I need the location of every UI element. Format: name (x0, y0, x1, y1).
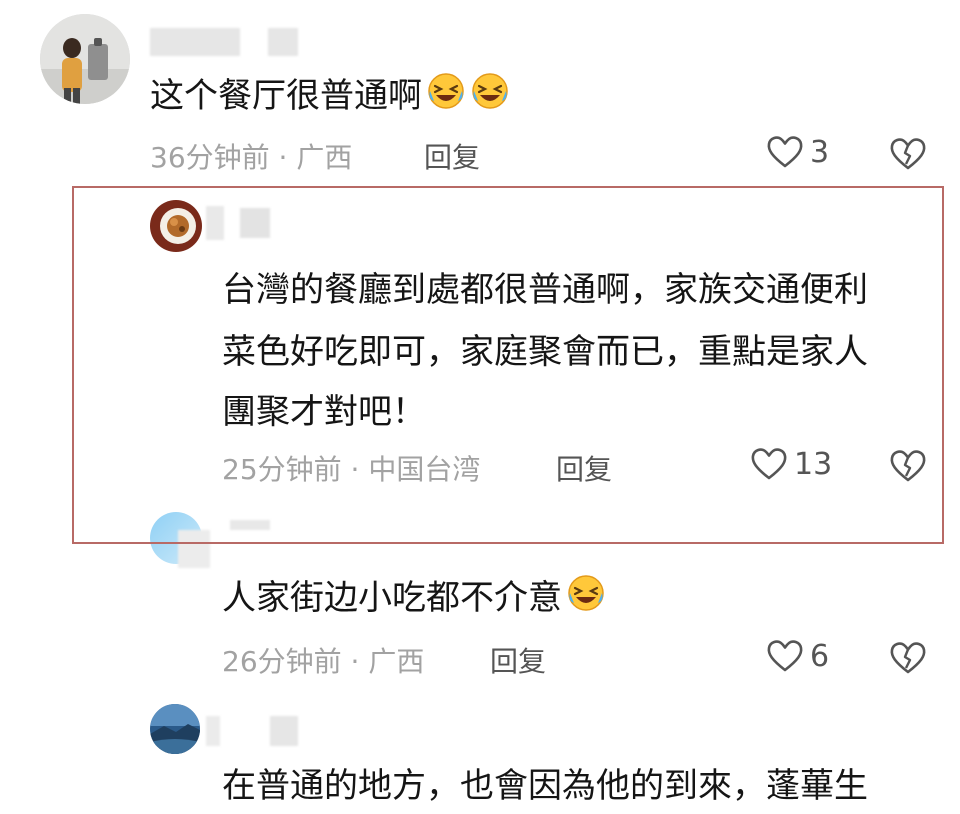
avatar[interactable] (150, 200, 202, 252)
username-blurred (178, 530, 210, 568)
reply-button[interactable]: 回复 (490, 640, 546, 680)
like-count: 6 (810, 638, 830, 674)
username-blurred (230, 520, 270, 530)
dislike-button[interactable] (888, 448, 928, 488)
comment-time-location: 26分钟前 · 广西 (222, 645, 425, 678)
grinning-squint-tears-icon (426, 71, 466, 128)
broken-heart-icon (890, 450, 926, 482)
comment-text-line: 菜色好吃即可，家庭聚會而已，重點是家人 (222, 332, 868, 372)
username-blurred (150, 28, 240, 56)
reply-button[interactable]: 回复 (424, 136, 480, 176)
avatar[interactable] (40, 14, 130, 104)
like-button[interactable]: 3 (766, 134, 829, 170)
grinning-squint-tears-icon (566, 573, 606, 630)
like-count: 13 (794, 446, 833, 482)
reply-button[interactable]: 回复 (556, 448, 612, 488)
heart-icon (767, 136, 803, 168)
username-blurred (206, 716, 220, 746)
broken-heart-icon (890, 138, 926, 170)
comment-text: 这个餐厅很普通啊 (150, 68, 510, 128)
avatar-photo-icon (40, 14, 130, 104)
comment-time-location: 36分钟前 · 广西 (150, 141, 353, 174)
like-button[interactable]: 6 (766, 638, 829, 674)
heart-icon (767, 640, 803, 672)
avatar-photo-icon (150, 200, 202, 252)
comment-text-line: 團聚才對吧！ (222, 392, 426, 432)
comment-text-line: 台灣的餐廳到處都很普通啊，家族交通便利 (222, 270, 868, 310)
avatar[interactable] (150, 704, 200, 754)
like-button[interactable]: 13 (750, 446, 832, 482)
grinning-squint-tears-icon (470, 71, 510, 128)
like-count: 3 (810, 134, 830, 170)
username-blurred (268, 28, 298, 56)
comment-time-location: 25分钟前 · 中国台湾 (222, 453, 481, 486)
avatar-photo-icon (150, 704, 200, 754)
username-blurred (206, 206, 224, 240)
username-blurred (240, 208, 270, 238)
dislike-button[interactable] (888, 640, 928, 680)
heart-icon (751, 448, 787, 480)
username-blurred (270, 716, 298, 746)
broken-heart-icon (890, 642, 926, 674)
comment-text: 人家街边小吃都不介意 (222, 570, 606, 630)
dislike-button[interactable] (888, 136, 928, 176)
comment-text: 在普通的地方，也會因為他的到來，蓬蓽生 (222, 766, 868, 806)
